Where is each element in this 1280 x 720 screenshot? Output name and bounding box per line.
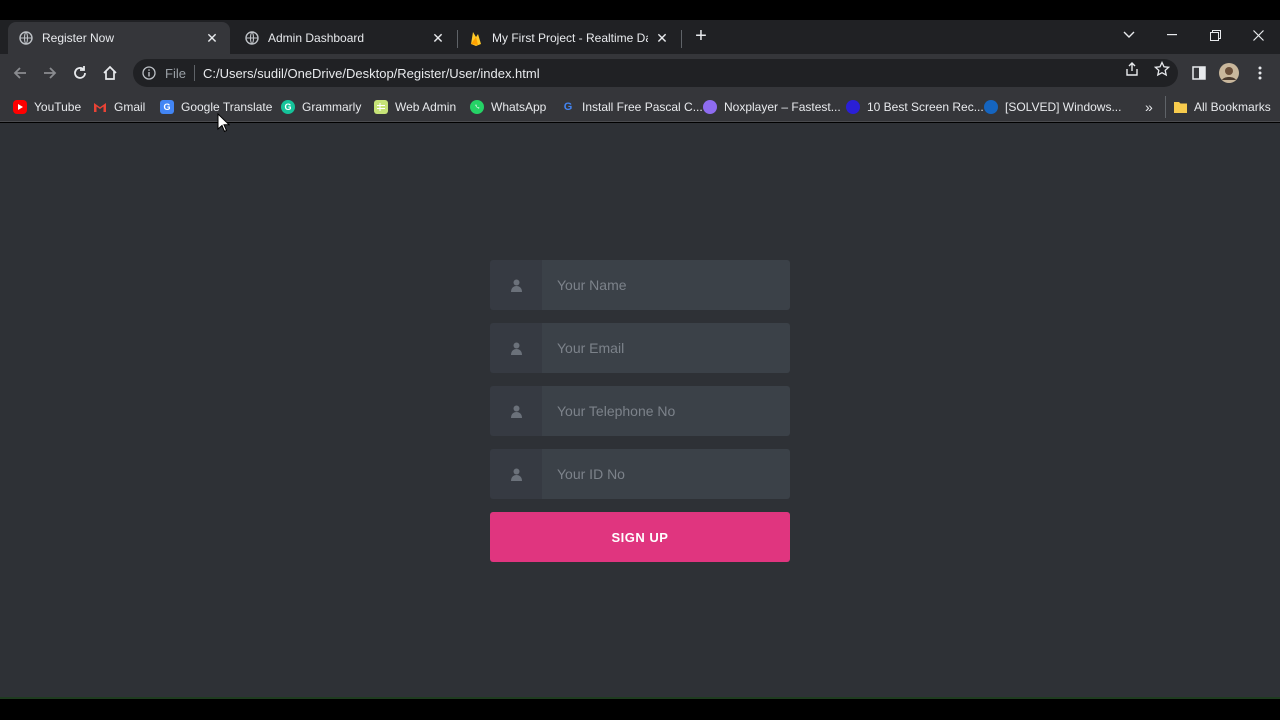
email-input[interactable]	[542, 323, 790, 373]
bookmark-label: All Bookmarks	[1194, 100, 1271, 114]
omnibox-divider	[193, 65, 195, 81]
all-bookmarks-folder[interactable]: All Bookmarks	[1173, 98, 1271, 116]
tab-separator	[681, 30, 682, 48]
email-field-group	[490, 323, 790, 373]
id-field-group	[490, 449, 790, 499]
telephone-field-group	[490, 386, 790, 436]
folder-icon	[1173, 100, 1187, 114]
bookmark-noxplayer[interactable]: Noxplayer – Fastest...	[703, 98, 841, 116]
close-window-button[interactable]	[1243, 22, 1273, 48]
bookmark-label: Web Admin	[395, 100, 457, 114]
bookmark-label: [SOLVED] Windows...	[1005, 100, 1122, 114]
bookmark-label: Grammarly	[302, 100, 362, 114]
bookmark-free-pascal[interactable]: G Install Free Pascal C...	[561, 98, 703, 116]
name-field-group	[490, 260, 790, 310]
globe-icon	[18, 30, 34, 46]
home-button[interactable]	[99, 62, 121, 84]
sheet-icon	[374, 100, 388, 114]
tab-strip: Register Now ✕ Admin Dashboard ✕ My Firs…	[0, 20, 1280, 54]
profile-avatar[interactable]	[1219, 63, 1239, 83]
close-icon[interactable]: ✕	[654, 30, 670, 46]
user-icon	[490, 323, 542, 373]
home-icon	[103, 65, 117, 80]
bookmark-youtube[interactable]: YouTube	[13, 98, 81, 116]
g-icon: G	[563, 101, 573, 113]
reload-icon	[74, 66, 86, 79]
new-tab-button[interactable]: +	[690, 25, 712, 47]
bookmark-grammarly[interactable]: G Grammarly	[281, 98, 361, 116]
youtube-icon	[13, 100, 27, 114]
close-icon[interactable]: ✕	[204, 30, 220, 46]
mouse-cursor-icon	[217, 113, 231, 133]
gmail-icon	[93, 100, 107, 114]
address-bar[interactable]: File C:/Users/sudil/OneDrive/Desktop/Reg…	[133, 59, 1178, 87]
restore-button[interactable]	[1200, 22, 1230, 48]
tab-search-icon[interactable]	[1114, 22, 1144, 48]
bookmarks-overflow-button[interactable]: »	[1145, 98, 1153, 116]
id-input[interactable]	[542, 449, 790, 499]
tab-title: Admin Dashboard	[268, 31, 365, 45]
bookmark-web-admin[interactable]: Web Admin	[374, 98, 456, 116]
nox-icon	[703, 100, 717, 114]
sign-up-button[interactable]: SIGN UP	[490, 512, 790, 562]
bottom-edge	[0, 697, 1280, 699]
bookmark-solved-windows[interactable]: [SOLVED] Windows...	[984, 98, 1121, 116]
circle-icon	[846, 100, 860, 114]
arrow-left-icon	[13, 67, 26, 79]
url-text[interactable]: C:/Users/sudil/OneDrive/Desktop/Register…	[203, 66, 540, 81]
bookmarks-bar: YouTube Gmail G Google Translate G Gramm…	[0, 92, 1280, 122]
side-panel-icon[interactable]	[1189, 63, 1209, 83]
bookmark-label: Gmail	[114, 100, 146, 114]
bookmark-label: Noxplayer – Fastest...	[724, 100, 841, 114]
menu-icon[interactable]	[1250, 63, 1270, 83]
name-input[interactable]	[542, 260, 790, 310]
bookmark-label: YouTube	[34, 100, 82, 114]
share-icon[interactable]	[1123, 60, 1141, 78]
arrow-right-icon	[44, 67, 57, 79]
tab-firebase-project[interactable]: My First Project - Realtime Datab ✕	[458, 22, 680, 54]
bookmark-label: Install Free Pascal C...	[582, 100, 703, 114]
reload-button[interactable]	[69, 62, 91, 84]
forward-button[interactable]	[39, 62, 61, 84]
bookmark-label: WhatsApp	[491, 100, 547, 114]
close-icon[interactable]: ✕	[430, 30, 446, 46]
back-button[interactable]	[9, 62, 31, 84]
translate-icon: G	[160, 100, 174, 114]
info-icon[interactable]	[141, 65, 157, 81]
bookmark-gmail[interactable]: Gmail	[93, 98, 145, 116]
bookmarks-divider	[1165, 96, 1166, 118]
firebase-icon	[468, 30, 484, 46]
star-icon[interactable]	[1153, 60, 1171, 78]
grammarly-icon: G	[281, 100, 295, 114]
bookmark-label: 10 Best Screen Rec...	[867, 100, 984, 114]
scheme-label: File	[165, 65, 186, 81]
screen: Register Now ✕ Admin Dashboard ✕ My Firs…	[0, 0, 1280, 720]
telephone-input[interactable]	[542, 386, 790, 436]
tab-title: Register Now	[42, 31, 115, 45]
bookmark-whatsapp[interactable]: WhatsApp	[470, 98, 546, 116]
globe-icon	[244, 30, 260, 46]
user-icon	[490, 449, 542, 499]
user-icon	[490, 386, 542, 436]
tab-register-now[interactable]: Register Now ✕	[8, 22, 230, 54]
whatsapp-icon	[470, 100, 484, 114]
bookmark-screen-recorder[interactable]: 10 Best Screen Rec...	[846, 98, 984, 116]
tab-admin-dashboard[interactable]: Admin Dashboard ✕	[234, 22, 456, 54]
tab-title: My First Project - Realtime Datab	[492, 31, 648, 45]
browser-toolbar: File C:/Users/sudil/OneDrive/Desktop/Reg…	[0, 54, 1280, 92]
minimize-button[interactable]	[1157, 22, 1187, 48]
windows-icon	[984, 100, 998, 114]
user-icon	[490, 260, 542, 310]
bookmark-label: Google Translate	[181, 100, 273, 114]
